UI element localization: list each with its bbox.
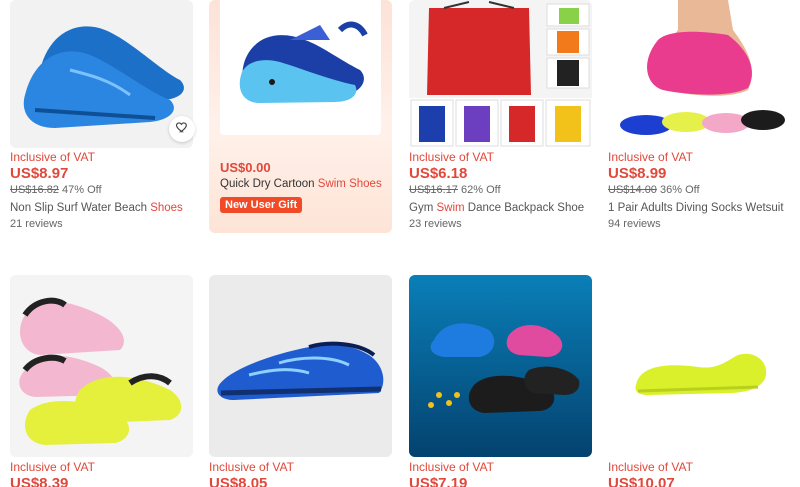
product-title-highlight: Swim — [436, 202, 465, 214]
review-count: 21 reviews — [10, 218, 63, 230]
price: US$7.19 — [409, 475, 468, 487]
product-image[interactable] — [608, 0, 791, 148]
product-title-text: Non Slip Surf Water Beach — [10, 202, 151, 214]
product-title[interactable]: Non Slip Surf Water Beach Shoes — [10, 202, 200, 214]
price: US$6.18 — [409, 165, 468, 182]
new-user-gift-badge: New User Gift — [220, 197, 303, 213]
vat-note: Inclusive of VAT — [608, 150, 693, 164]
product-image[interactable] — [409, 275, 592, 457]
price: US$8.99 — [608, 165, 667, 182]
vat-note: Inclusive of VAT — [608, 460, 693, 474]
original-price: US$16.17 — [409, 184, 458, 196]
product-title-text: 1 Pair Adults Diving Socks Wetsuit — [608, 202, 784, 214]
vat-note: Inclusive of VAT — [409, 460, 494, 474]
product-image[interactable] — [10, 0, 193, 148]
original-price: US$14.00 — [608, 184, 657, 196]
product-title-highlight: Shoes — [150, 202, 183, 214]
price: US$10.07 — [608, 475, 675, 487]
discount: 36% Off — [660, 184, 700, 196]
price: US$8.05 — [209, 475, 268, 487]
product-image[interactable] — [209, 275, 392, 457]
product-image[interactable] — [10, 275, 193, 457]
product-image[interactable] — [608, 275, 791, 457]
promo-title-text: Quick Dry Cartoon — [220, 178, 318, 190]
product-title[interactable]: 1 Pair Adults Diving Socks Wetsuit — [608, 202, 798, 214]
promo-title-highlight: Swim Shoes — [317, 178, 382, 190]
vat-note: Inclusive of VAT — [10, 150, 95, 164]
discount: 62% Off — [461, 184, 501, 196]
promo-title[interactable]: Quick Dry Cartoon Swim Shoes — [220, 178, 382, 190]
wishlist-button[interactable] — [169, 116, 195, 142]
product-image[interactable] — [409, 0, 592, 148]
heart-outline-icon — [175, 120, 189, 139]
product-title[interactable]: Gym Swim Dance Backpack Shoe — [409, 202, 599, 214]
original-price-line: US$16.17 62% Off — [409, 184, 501, 196]
original-price: US$16.82 — [10, 184, 59, 196]
promo-price: US$0.00 — [220, 160, 271, 175]
review-count: 94 reviews — [608, 218, 661, 230]
new-user-gift-card[interactable]: US$0.00 Quick Dry Cartoon Swim Shoes New… — [209, 0, 392, 233]
original-price-line: US$16.82 47% Off — [10, 184, 102, 196]
vat-note: Inclusive of VAT — [209, 460, 294, 474]
price: US$8.39 — [10, 475, 69, 487]
original-price-line: US$14.00 36% Off — [608, 184, 700, 196]
price: US$8.97 — [10, 165, 69, 182]
promo-product-image[interactable] — [220, 0, 381, 135]
discount: 47% Off — [62, 184, 102, 196]
review-count: 23 reviews — [409, 218, 462, 230]
product-title-text: Gym — [409, 202, 437, 214]
vat-note: Inclusive of VAT — [409, 150, 494, 164]
vat-note: Inclusive of VAT — [10, 460, 95, 474]
product-title-text-end: Dance Backpack Shoe — [464, 202, 585, 214]
